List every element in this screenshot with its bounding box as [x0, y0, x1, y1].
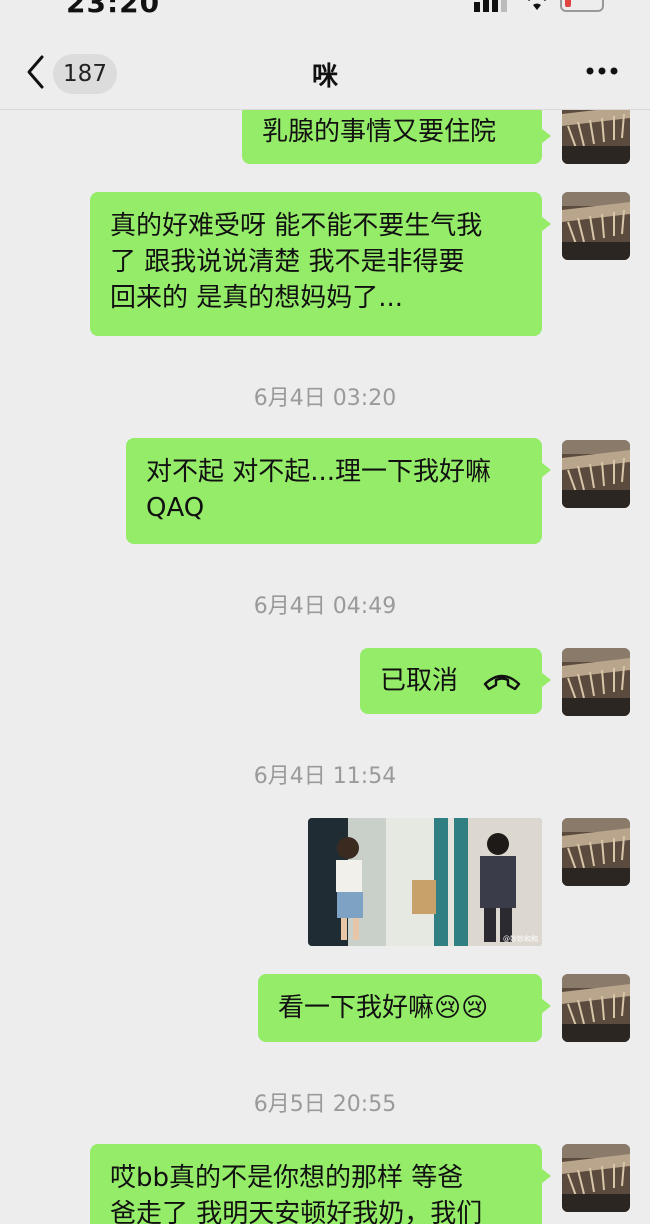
phone-hangup-icon — [483, 674, 521, 691]
chat-header: 187 咪 — [0, 20, 650, 110]
message-text-line: 了 跟我说说清楚 我不是非得要 — [110, 247, 465, 277]
video-frame-image — [308, 818, 542, 946]
avatar[interactable] — [562, 974, 630, 1042]
timestamp: 6月4日 11:54 — [253, 764, 397, 789]
video-message-thumbnail[interactable]: @妙妙和和 — [308, 818, 542, 946]
message-text-line: 对不起 对不起...理一下我好嘛 — [146, 457, 492, 487]
message-bubble[interactable]: 真的好难受呀 能不能不要生气我 了 跟我说说清楚 我不是非得要 回来的 是真的想… — [90, 192, 551, 336]
battery-icon — [560, 0, 604, 12]
message-text-line: 回来的 是真的想妈妈了... — [110, 283, 404, 313]
message-text-line: 真的好难受呀 能不能不要生气我 — [110, 211, 483, 241]
status-time: 23:20 — [66, 0, 161, 19]
status-bar: 23:20 — [0, 0, 650, 20]
video-watermark: @妙妙和和 — [503, 935, 538, 943]
avatar[interactable] — [562, 440, 630, 508]
message-bubble[interactable]: 哎bb真的不是你想的那样 等爸 爸走了 我明天安顿好我奶，我们 — [90, 1144, 551, 1224]
message-text-line: 爸走了 我明天安顿好我奶，我们 — [110, 1199, 483, 1224]
avatar[interactable] — [562, 192, 630, 260]
message-text-line: 哎bb真的不是你想的那样 等爸 — [110, 1163, 464, 1193]
message-bubble[interactable]: 看一下我好嘛😢😢 — [258, 974, 551, 1042]
message-text-line: QAQ — [146, 493, 205, 523]
message-text: 看一下我好嘛 — [278, 993, 435, 1023]
avatar[interactable] — [562, 110, 630, 164]
timestamp: 6月4日 04:49 — [253, 594, 397, 619]
message-list[interactable]: 乳腺的事情又要住院 真的好难受呀 能不能不要生气我 了 跟我说说清楚 我不是非得… — [0, 110, 650, 1224]
signal-icon — [474, 0, 507, 12]
avatar[interactable] — [562, 818, 630, 886]
message-bubble[interactable]: 对不起 对不起...理一下我好嘛 QAQ — [126, 438, 551, 544]
crying-face-emoji: 😢😢 — [434, 993, 489, 1023]
timestamp: 6月5日 20:55 — [253, 1092, 397, 1117]
message-bubble[interactable]: 乳腺的事情又要住院 — [242, 110, 551, 164]
avatar[interactable] — [562, 648, 630, 716]
call-record-bubble[interactable]: 已取消 — [360, 648, 551, 714]
more-dots-icon[interactable] — [586, 66, 618, 76]
chat-title: 咪 — [311, 62, 338, 92]
wifi-icon — [528, 0, 546, 10]
message-text: 乳腺的事情又要住院 — [262, 117, 497, 147]
timestamp: 6月4日 03:20 — [253, 386, 397, 411]
avatar[interactable] — [562, 1144, 630, 1212]
